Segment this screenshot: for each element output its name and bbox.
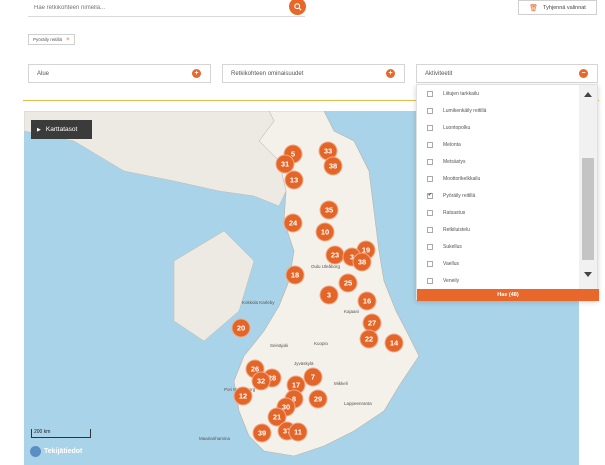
activity-label: Liitujen tarkkailu — [443, 90, 479, 97]
map-cluster-marker[interactable]: 38 — [323, 156, 343, 176]
place-label: Oulu Uleåborg — [311, 264, 341, 269]
place-label: Maarianhamina — [199, 436, 231, 441]
map-cluster-marker[interactable]: 10 — [315, 222, 335, 242]
activity-item[interactable]: Luontopolku — [417, 119, 580, 136]
map-cluster-marker[interactable]: 16 — [357, 291, 377, 311]
attribution-label: Tekijätiedot — [44, 448, 83, 455]
map-cluster-marker[interactable]: 22 — [359, 329, 379, 349]
map-cluster-marker[interactable]: 14 — [384, 333, 404, 353]
chevron-right-icon: ▶ — [37, 126, 41, 133]
map-cluster-marker[interactable]: 32 — [251, 371, 271, 391]
activity-item[interactable]: Sukellus — [417, 238, 580, 255]
map-cluster-marker[interactable]: 7 — [303, 367, 323, 387]
activity-label: Vaellus — [443, 260, 460, 267]
map-attribution[interactable]: Tekijätiedot — [30, 446, 82, 457]
place-label: Kuopio — [314, 341, 329, 346]
search-results-button[interactable]: Hae (48) — [417, 289, 599, 301]
active-filter-chip: Pyöräily reitillä × — [28, 34, 75, 45]
minus-icon: − — [579, 69, 588, 78]
activity-label: Sukellus — [443, 243, 462, 250]
plus-icon: + — [386, 69, 395, 78]
search-results-label: Hae (48) — [497, 292, 519, 298]
map-cluster-marker[interactable]: 25 — [338, 273, 358, 293]
place-label: Kokkola Karleby — [242, 300, 275, 305]
map-cluster-marker[interactable]: 3 — [319, 285, 339, 305]
activity-item[interactable]: ✔ Pyöräily reitillä — [417, 187, 580, 204]
activity-label: Melonta — [443, 141, 461, 148]
place-label: Jyväskylä — [294, 361, 314, 366]
checkbox-icon[interactable] — [427, 260, 433, 267]
activity-item[interactable]: Metsästys — [417, 153, 580, 170]
clear-selections-label: Tyhjennä valinnat — [543, 4, 586, 11]
checkbox-icon[interactable] — [427, 124, 433, 131]
scroll-up-icon[interactable] — [584, 92, 592, 97]
search-input[interactable] — [28, 0, 278, 16]
map-cluster-marker[interactable]: 18 — [285, 265, 305, 285]
filter-properties-label: Retkikohteen ominaisuudet — [231, 70, 304, 77]
activity-item[interactable]: Lumikenkäily reitillä — [417, 102, 580, 119]
checkbox-icon[interactable] — [427, 175, 433, 182]
attribution-logo-icon — [30, 446, 41, 457]
activity-item[interactable]: Moottorikelkkailu — [417, 170, 580, 187]
search-bar — [28, 0, 305, 17]
map-cluster-marker[interactable]: 39 — [252, 423, 272, 443]
map-cluster-marker[interactable]: 13 — [284, 170, 304, 190]
activity-item[interactable]: Veneily — [417, 272, 580, 289]
map-layers-button[interactable]: ▶ Karttatasot — [31, 120, 92, 139]
dropdown-scrollbar[interactable] — [579, 85, 597, 289]
place-label: Lappeenranta — [344, 401, 372, 406]
checkbox-icon[interactable] — [427, 141, 433, 148]
map-layers-label: Karttatasot — [45, 126, 78, 133]
checkbox-icon[interactable] — [427, 243, 433, 250]
activity-label: Veneily — [443, 277, 460, 284]
checkbox-icon[interactable] — [427, 158, 433, 165]
filter-activities-label: Aktiviteetit — [425, 70, 453, 77]
plus-icon: + — [192, 69, 201, 78]
checkbox-icon[interactable] — [427, 226, 433, 233]
checkbox-icon[interactable] — [427, 107, 433, 114]
activity-item[interactable]: Ratsastus — [417, 204, 580, 221]
remove-filter-icon[interactable]: × — [66, 37, 70, 43]
active-filter-label: Pyöräily reitillä — [33, 37, 63, 42]
filter-properties[interactable]: Retkikohteen ominaisuudet + — [222, 64, 405, 83]
activity-item[interactable]: Retkiluistelu — [417, 221, 580, 238]
activity-item[interactable]: Liitujen tarkkailu — [417, 85, 580, 102]
map-cluster-marker[interactable]: 11 — [288, 422, 308, 442]
activity-item[interactable]: Melonta — [417, 136, 580, 153]
place-label: Mikkeli — [334, 381, 348, 386]
activity-label: Luontopolku — [443, 124, 471, 131]
place-label: Kajaani — [344, 309, 360, 314]
scale-bar: 200 km — [31, 429, 91, 438]
checkbox-icon[interactable] — [427, 277, 433, 284]
place-label: Seinäjoki — [270, 343, 289, 348]
map-cluster-marker[interactable]: 20 — [231, 318, 251, 338]
scroll-thumb[interactable] — [582, 158, 594, 260]
map-cluster-marker[interactable]: 12 — [233, 386, 253, 406]
checkbox-icon[interactable] — [427, 209, 433, 216]
search-icon — [293, 2, 302, 11]
map-cluster-marker[interactable]: 38 — [352, 252, 372, 272]
scale-label: 200 km — [34, 429, 51, 435]
activity-label: Moottorikelkkailu — [443, 175, 481, 182]
activity-label: Lumikenkäily reitillä — [443, 107, 487, 114]
activity-label: Pyöräily reitillä — [443, 192, 476, 199]
map-cluster-marker[interactable]: 29 — [308, 389, 328, 409]
activities-dropdown: Liitujen tarkkailu Lumikenkäily reitillä L… — [416, 84, 599, 301]
map-cluster-marker[interactable]: 24 — [283, 213, 303, 233]
activity-label: Ratsastus — [443, 209, 466, 216]
scroll-down-icon[interactable] — [584, 272, 592, 277]
activity-label: Metsästys — [443, 158, 466, 165]
clear-selections-button[interactable]: 🗑 Tyhjennä valinnat — [518, 0, 597, 15]
filter-activities[interactable]: Aktiviteetit − — [416, 64, 598, 83]
checkbox-checked-icon[interactable]: ✔ — [427, 192, 433, 199]
activity-item[interactable]: Vaellus — [417, 255, 580, 272]
filter-area[interactable]: Alue + — [28, 64, 211, 83]
map-cluster-marker[interactable]: 35 — [319, 200, 339, 220]
checkbox-icon[interactable] — [427, 90, 433, 97]
trash-icon: 🗑 — [529, 4, 539, 12]
activities-list: Liitujen tarkkailu Lumikenkäily reitillä L… — [417, 85, 580, 289]
activity-label: Retkiluistelu — [443, 226, 470, 233]
filter-area-label: Alue — [37, 70, 50, 77]
